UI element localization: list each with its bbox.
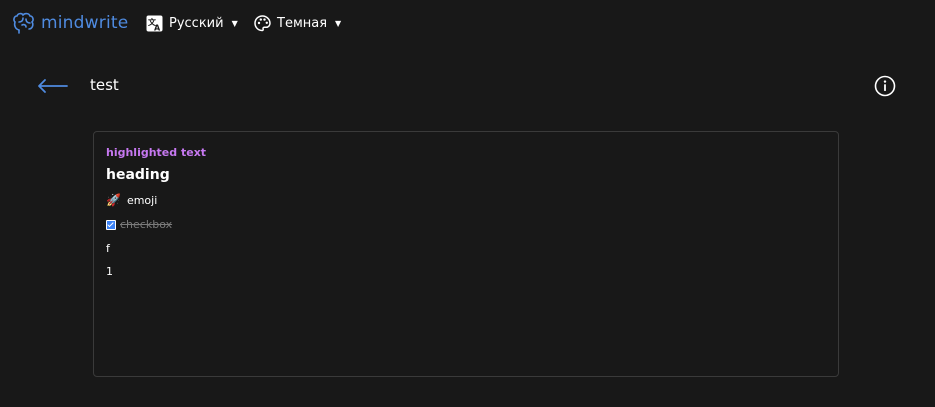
checkbox-label: checkbox bbox=[120, 218, 173, 231]
rocket-icon: 🚀 bbox=[106, 193, 121, 207]
chevron-down-icon: ▼ bbox=[335, 18, 342, 28]
info-icon bbox=[874, 75, 896, 97]
svg-text:A: A bbox=[154, 23, 161, 32]
info-button[interactable] bbox=[874, 75, 896, 97]
checklist-item: checkbox bbox=[106, 218, 172, 231]
checkbox[interactable] bbox=[106, 219, 116, 230]
text-line[interactable]: f bbox=[106, 242, 110, 255]
palette-icon bbox=[254, 14, 271, 31]
translate-icon: 文 A bbox=[146, 15, 163, 32]
brand-logo[interactable]: mindwrite bbox=[12, 10, 128, 36]
emoji-line[interactable]: 🚀 emoji bbox=[106, 193, 157, 207]
chevron-down-icon: ▼ bbox=[231, 18, 238, 28]
language-label: Русский bbox=[169, 15, 224, 31]
top-navbar: mindwrite 文 A Русский ▼ Темная ▼ bbox=[0, 0, 935, 46]
editor-heading[interactable]: heading bbox=[106, 167, 170, 183]
brand-name: mindwrite bbox=[41, 13, 129, 33]
language-selector[interactable]: 文 A Русский ▼ bbox=[146, 13, 238, 33]
note-editor[interactable]: highlighted text heading 🚀 emoji checkbo… bbox=[93, 131, 839, 377]
arrow-left-icon bbox=[38, 79, 68, 93]
brain-icon bbox=[13, 12, 34, 34]
note-title[interactable]: test bbox=[90, 76, 119, 94]
back-button[interactable] bbox=[36, 76, 68, 96]
emoji-text: emoji bbox=[126, 193, 158, 207]
text-line[interactable]: 1 bbox=[106, 265, 113, 278]
highlighted-text[interactable]: highlighted text bbox=[106, 146, 206, 159]
theme-selector[interactable]: Темная ▼ bbox=[254, 13, 341, 33]
theme-label: Темная bbox=[277, 15, 328, 31]
